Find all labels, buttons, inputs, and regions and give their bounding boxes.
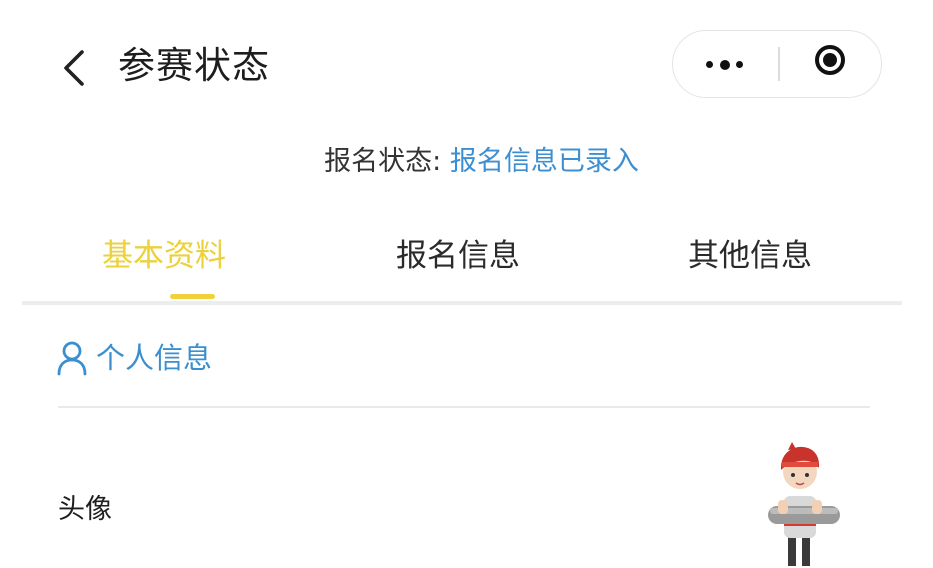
more-dot-icon [720, 59, 730, 70]
user-icon [57, 341, 87, 376]
status-label: 报名状态: [324, 146, 450, 177]
tabs-divider [22, 301, 902, 305]
page-title: 参赛状态 [118, 44, 270, 87]
back-arrow-icon[interactable] [58, 48, 92, 88]
section-title: 个人信息 [96, 341, 213, 375]
avatar-label: 头像 [58, 494, 112, 525]
more-dot-icon [706, 61, 713, 68]
close-program-button[interactable] [780, 31, 880, 96]
tab-registration-info[interactable]: 报名信息 [396, 228, 520, 294]
navigation-bar: 参赛状态 [0, 0, 933, 130]
target-dot-icon [823, 53, 837, 67]
registration-status: 报名状态: 报名信息已录入 [0, 140, 933, 184]
tab-basic-info[interactable]: 基本资料 [102, 228, 226, 294]
avatar[interactable] [760, 438, 846, 568]
section-divider [58, 406, 870, 408]
tab-bar: 基本资料 报名信息 其他信息 [22, 228, 902, 304]
more-menu-button[interactable] [673, 31, 777, 96]
more-dot-icon [736, 61, 743, 68]
tab-other-info[interactable]: 其他信息 [688, 228, 812, 294]
mini-program-capsule [672, 30, 882, 98]
active-tab-indicator [170, 294, 215, 299]
status-value: 报名信息已录入 [449, 146, 639, 177]
